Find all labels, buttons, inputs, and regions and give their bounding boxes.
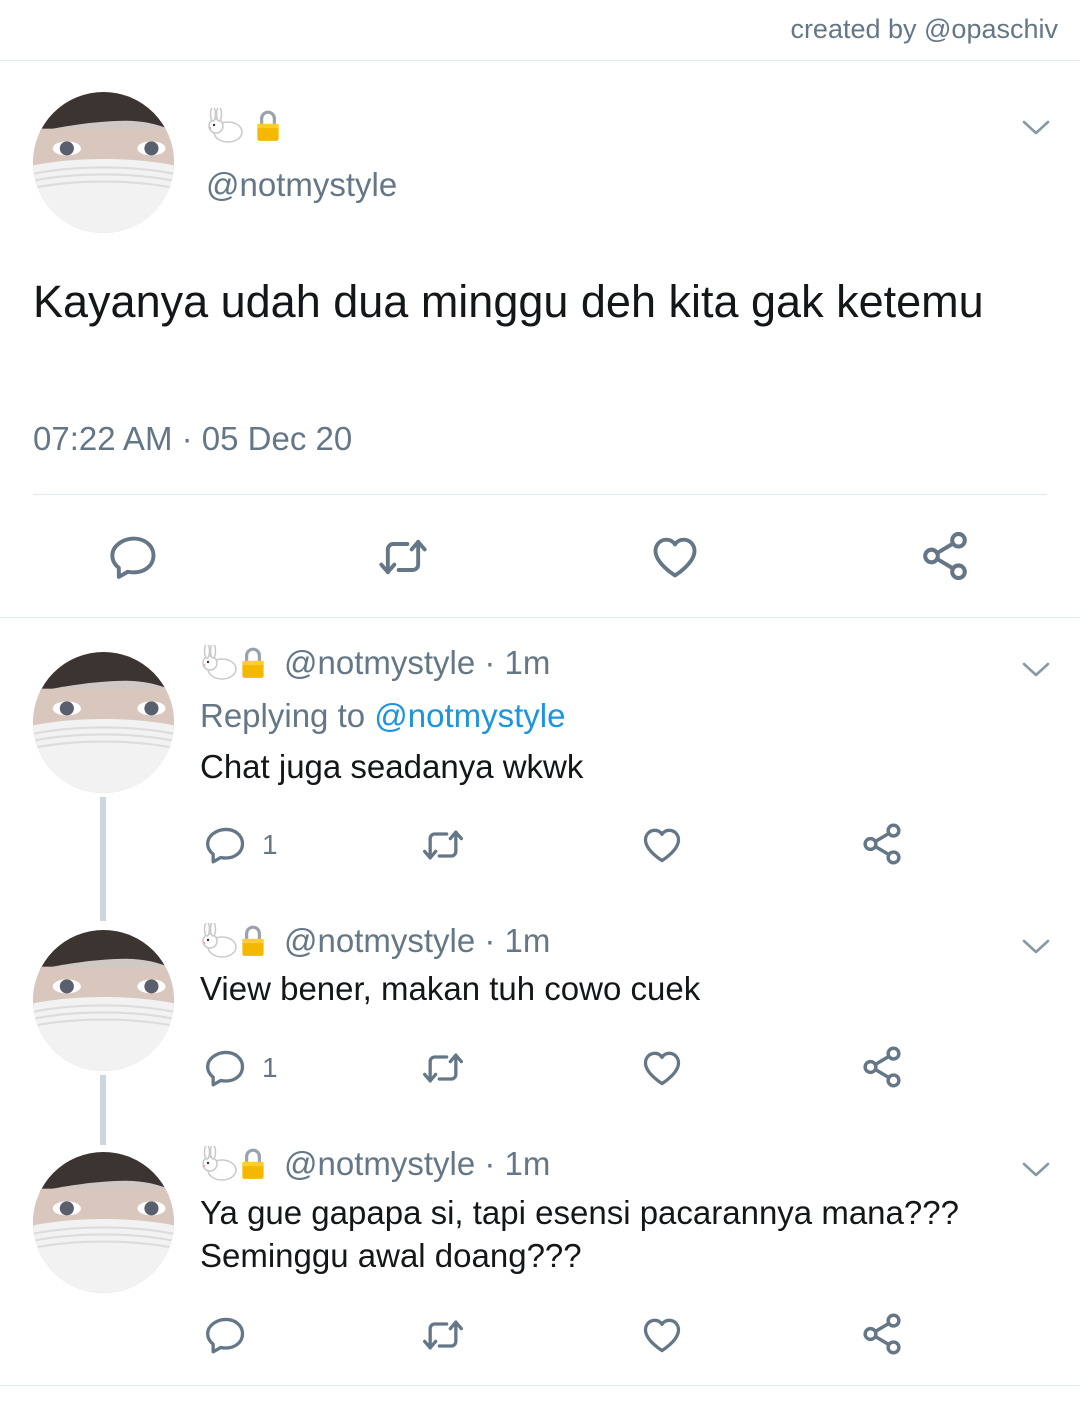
lock-icon	[240, 1147, 266, 1181]
lock-icon	[255, 109, 281, 143]
rabbit-emoji-icon	[206, 108, 246, 144]
reply-button[interactable]	[204, 1313, 248, 1357]
tweet-timestamp[interactable]: 07:22 AM · 05 Dec 20	[33, 420, 352, 458]
author-avatar[interactable]	[33, 92, 174, 233]
thread-connector	[100, 797, 106, 921]
reply-icon	[204, 823, 248, 867]
bottom-divider	[0, 1385, 1080, 1386]
retweet-button[interactable]	[374, 531, 432, 583]
share-icon	[859, 1311, 905, 1357]
like-icon	[648, 531, 702, 583]
reply-handle-time: @notmystyle · 1m	[284, 922, 551, 959]
share-icon	[859, 1044, 905, 1090]
author-display-name[interactable]	[206, 104, 281, 144]
avatar-image	[33, 92, 174, 233]
tweet-divider	[33, 494, 1047, 495]
reply-text: Chat juga seadanya wkwk	[200, 748, 584, 785]
retweet-button[interactable]	[418, 823, 468, 867]
avatar-image	[33, 930, 174, 1071]
section-divider	[0, 617, 1080, 618]
reply-avatar[interactable]	[33, 930, 174, 1071]
replying-to-prefix: Replying to	[200, 697, 375, 734]
reply-text: Ya gue gapapa si, tapi esensi pacarannya…	[200, 1194, 959, 1274]
tweet-text: Kayanya udah dua minggu deh kita gak ket…	[33, 276, 984, 327]
reply-text: View bener, makan tuh cowo cuek	[200, 970, 701, 1007]
top-divider	[0, 60, 1080, 61]
reply-button[interactable]	[108, 531, 160, 583]
replying-to-mention[interactable]: @notmystyle	[374, 697, 565, 734]
reply-avatar[interactable]	[33, 652, 174, 793]
like-icon	[639, 1046, 685, 1090]
reply-count: 1	[262, 829, 278, 860]
like-icon	[639, 823, 685, 867]
reply-icon	[108, 531, 160, 583]
retweet-icon	[374, 531, 432, 583]
retweet-icon	[418, 1046, 468, 1090]
reply-header[interactable]: @notmystyle · 1m	[200, 1145, 550, 1183]
reply-menu-chevron-down-icon[interactable]	[1021, 660, 1051, 680]
replying-to-line: Replying to @notmystyle	[200, 697, 565, 735]
display-name-emoji	[200, 645, 266, 681]
tweet-menu-chevron-down-icon[interactable]	[1021, 118, 1051, 138]
retweet-icon	[418, 1313, 468, 1357]
rabbit-emoji-icon	[200, 923, 240, 959]
reply-icon	[204, 1313, 248, 1357]
like-icon	[639, 1313, 685, 1357]
retweet-button[interactable]	[418, 1046, 468, 1090]
reply-handle-time: @notmystyle · 1m	[284, 1145, 551, 1182]
author-handle[interactable]: @notmystyle	[206, 166, 397, 204]
reply-avatar[interactable]	[33, 1152, 174, 1293]
rabbit-emoji-icon	[200, 645, 240, 681]
display-name-emoji	[200, 923, 266, 959]
like-button[interactable]	[639, 1313, 685, 1357]
like-button[interactable]	[639, 1046, 685, 1090]
like-button[interactable]	[639, 823, 685, 867]
reply-header[interactable]: @notmystyle · 1m	[200, 922, 550, 960]
share-button[interactable]	[859, 1311, 905, 1357]
display-name-emoji	[200, 1146, 266, 1182]
share-button[interactable]	[859, 1044, 905, 1090]
reply-count: 1	[262, 1052, 278, 1083]
rabbit-emoji-icon	[200, 1146, 240, 1182]
share-icon	[859, 821, 905, 867]
reply-handle-time: @notmystyle · 1m	[284, 644, 551, 681]
lock-icon	[240, 646, 266, 680]
share-button[interactable]	[918, 529, 972, 583]
reply-icon	[204, 1046, 248, 1090]
creator-credit: created by @opaschiv	[790, 14, 1058, 44]
reply-menu-chevron-down-icon[interactable]	[1021, 937, 1051, 957]
avatar-image	[33, 652, 174, 793]
like-button[interactable]	[648, 531, 702, 583]
reply-header[interactable]: @notmystyle · 1m	[200, 644, 550, 682]
thread-connector	[100, 1075, 106, 1145]
reply-button[interactable]: 1	[204, 823, 278, 867]
share-icon	[918, 529, 972, 583]
retweet-button[interactable]	[418, 1313, 468, 1357]
reply-button[interactable]: 1	[204, 1046, 278, 1090]
reply-menu-chevron-down-icon[interactable]	[1021, 1160, 1051, 1180]
lock-icon	[240, 924, 266, 958]
avatar-image	[33, 1152, 174, 1293]
retweet-icon	[418, 823, 468, 867]
share-button[interactable]	[859, 821, 905, 867]
